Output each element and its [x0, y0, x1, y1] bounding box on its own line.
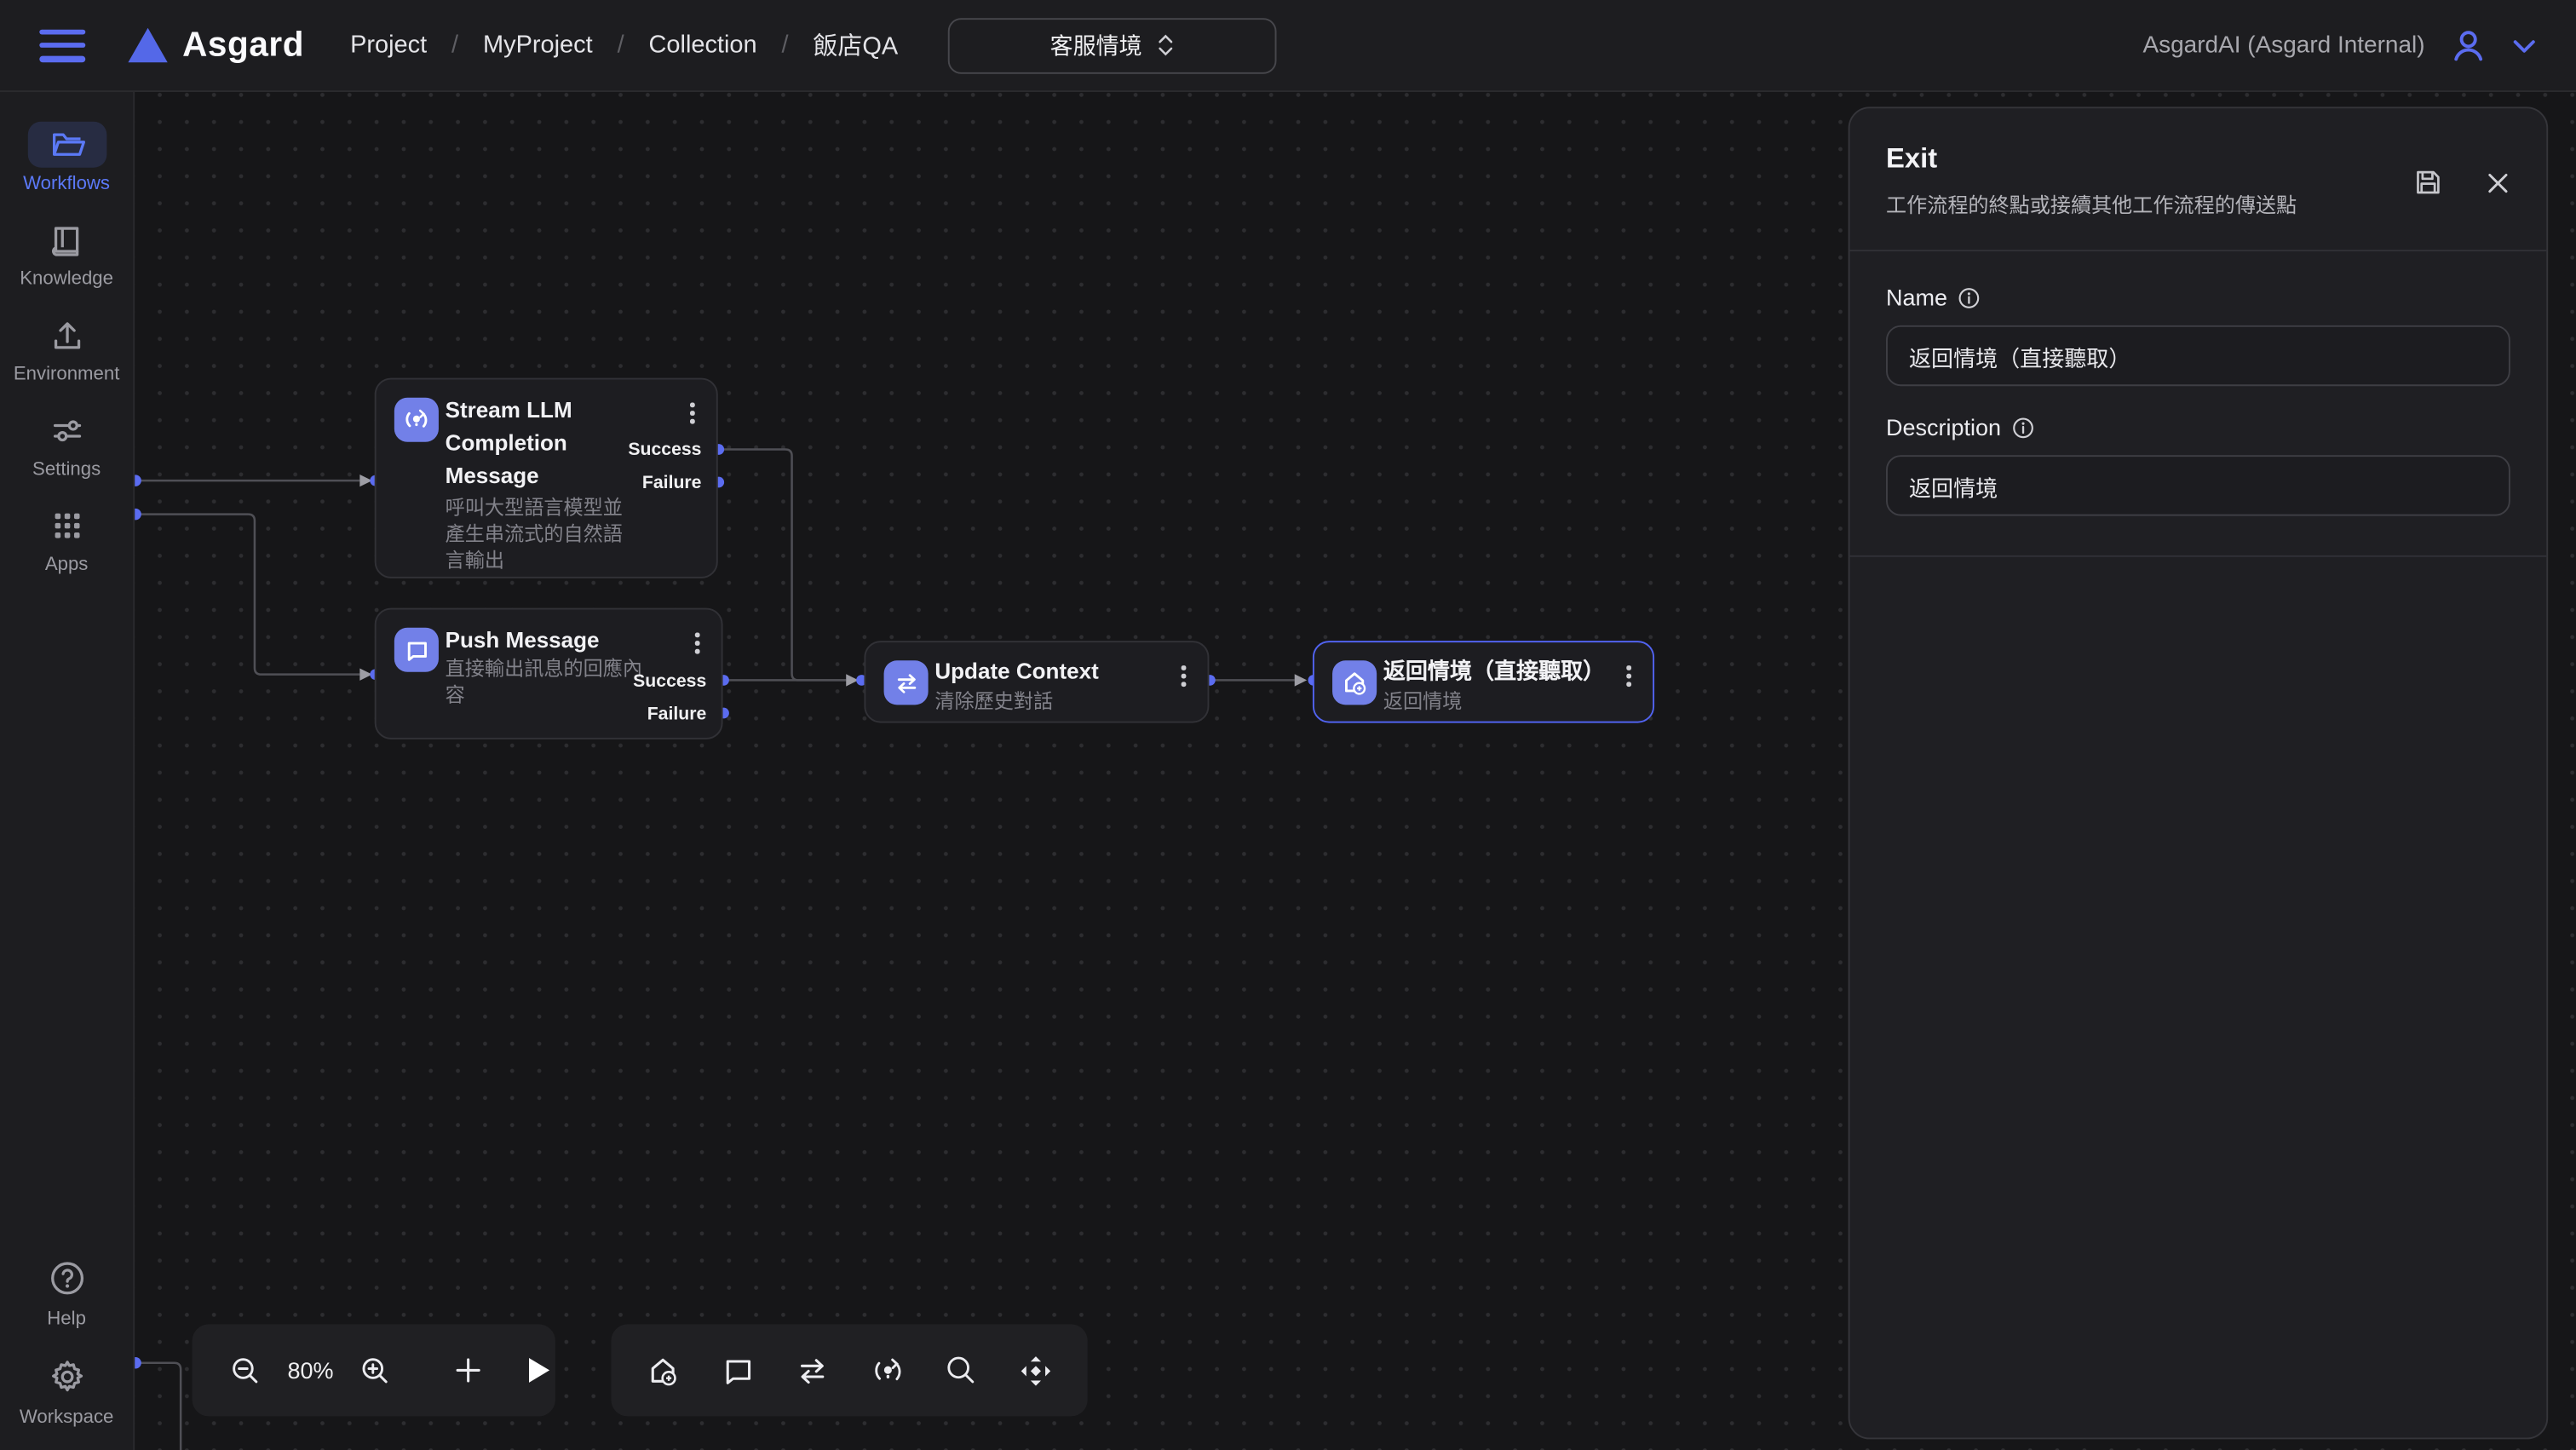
zoom-toolbar: 80%: [193, 1324, 555, 1416]
node-stream-llm[interactable]: Stream LLM Completion Message 呼叫大型語言模型並產…: [375, 378, 718, 578]
upload-icon: [49, 317, 84, 353]
user-avatar-icon[interactable]: [2448, 25, 2489, 66]
sidebar-item-label: Help: [47, 1309, 86, 1329]
pan-icon[interactable]: [1012, 1346, 1060, 1394]
save-icon[interactable]: [2413, 168, 2443, 198]
node-title: Update Context: [934, 655, 1152, 688]
node-menu-icon[interactable]: [1624, 662, 1635, 690]
llm-node-icon[interactable]: [864, 1346, 911, 1394]
node-title: Stream LLM Completion Message: [446, 394, 640, 493]
exit-node-icon[interactable]: [639, 1346, 687, 1394]
llm-icon: [394, 398, 439, 442]
logo-triangle-icon: [128, 28, 167, 62]
exit-icon: [1332, 660, 1377, 705]
add-node-icon[interactable]: [447, 1349, 490, 1391]
sidebar-item-label: Workspace: [20, 1408, 114, 1428]
swap-icon: [884, 660, 929, 705]
context-node-icon[interactable]: [789, 1346, 837, 1394]
close-icon[interactable]: [2486, 170, 2510, 195]
panel-header: Exit 工作流程的終點或接續其他工作流程的傳送點: [1850, 108, 2547, 251]
port-success[interactable]: Success: [628, 440, 701, 460]
zoom-in-icon[interactable]: [354, 1348, 398, 1392]
sidebar-item-label: Workflows: [23, 174, 110, 193]
sidebar-item-workflows[interactable]: Workflows: [0, 122, 133, 194]
chat-icon: [394, 628, 439, 672]
port-success[interactable]: Success: [633, 671, 706, 691]
sidebar: Workflows Knowledge Environment Settings…: [0, 92, 135, 1450]
sidebar-item-settings[interactable]: Settings: [0, 407, 133, 480]
logo-text: Asgard: [182, 26, 304, 65]
sidebar-item-label: Apps: [45, 555, 89, 575]
context-selector-value: 客服情境: [1050, 29, 1142, 62]
sidebar-item-workspace[interactable]: Workspace: [0, 1352, 133, 1428]
description-input[interactable]: 返回情境: [1886, 455, 2510, 515]
breadcrumb-collection[interactable]: Collection: [649, 32, 757, 60]
context-selector[interactable]: 客服情境: [947, 17, 1276, 73]
run-icon[interactable]: [519, 1349, 558, 1391]
node-menu-icon[interactable]: [693, 630, 704, 658]
port-failure[interactable]: Failure: [642, 473, 702, 492]
sidebar-item-label: Knowledge: [20, 269, 113, 289]
breadcrumb-separator: /: [618, 32, 624, 60]
info-icon[interactable]: [1959, 287, 1981, 308]
description-field-label: Description: [1886, 414, 2510, 440]
account-label: AsgardAI (Asgard Internal): [2142, 32, 2424, 59]
message-node-icon[interactable]: [714, 1346, 762, 1394]
field-label-text: Description: [1886, 414, 2001, 440]
sidebar-item-environment[interactable]: Environment: [0, 312, 133, 384]
node-properties-panel: Exit 工作流程的終點或接續其他工作流程的傳送點 Name 返回情境（直接聽取…: [1849, 106, 2549, 1439]
zoom-level: 80%: [287, 1357, 333, 1384]
info-icon[interactable]: [2013, 417, 2034, 438]
node-title: 返回情境（直接聽取）: [1383, 655, 1597, 688]
sidebar-item-knowledge[interactable]: Knowledge: [0, 217, 133, 290]
breadcrumb-separator: /: [782, 32, 789, 60]
node-palette-toolbar: [611, 1324, 1087, 1416]
node-menu-icon[interactable]: [1179, 662, 1190, 690]
panel-fields: Name 返回情境（直接聽取） Description 返回情境: [1850, 251, 2547, 557]
name-input[interactable]: 返回情境（直接聽取）: [1886, 325, 2510, 386]
node-description: 清除歷史對話: [934, 690, 1191, 716]
sidebar-item-apps[interactable]: Apps: [0, 503, 133, 575]
name-field-label: Name: [1886, 285, 2510, 311]
node-description: 返回情境: [1383, 690, 1636, 716]
asgard-workflow-editor: Stream LLM Completion Message 呼叫大型語言模型並產…: [0, 0, 2576, 1450]
node-description: 呼叫大型語言模型並產生串流式的自然語言輸出: [446, 496, 640, 574]
menu-icon[interactable]: [39, 29, 85, 62]
field-label-text: Name: [1886, 285, 1947, 311]
breadcrumb: Project / MyProject / Collection / 飯店QA: [350, 28, 898, 62]
account-chevron-down-icon[interactable]: [2512, 37, 2537, 53]
app-logo[interactable]: Asgard: [128, 26, 304, 65]
select-chevrons-icon: [1159, 34, 1173, 55]
zoom-out-icon[interactable]: [223, 1348, 267, 1392]
port-failure[interactable]: Failure: [647, 704, 707, 723]
book-icon: [49, 222, 84, 257]
node-title: Push Message: [446, 624, 659, 658]
folder-icon: [49, 126, 84, 162]
help-icon: [47, 1258, 86, 1298]
sidebar-item-help[interactable]: Help: [0, 1253, 133, 1329]
breadcrumb-project[interactable]: Project: [350, 32, 427, 60]
breadcrumb-current[interactable]: 飯店QA: [813, 28, 898, 62]
sidebar-item-label: Environment: [14, 365, 120, 384]
node-exit[interactable]: 返回情境（直接聽取） 返回情境: [1313, 641, 1654, 722]
gear-icon: [47, 1357, 86, 1396]
node-menu-icon[interactable]: [687, 400, 699, 428]
app-header: Asgard Project / MyProject / Collection …: [0, 0, 2576, 92]
breadcrumb-separator: /: [451, 32, 458, 60]
search-icon[interactable]: [939, 1347, 985, 1393]
apps-grid-icon: [49, 508, 84, 544]
node-description: 直接輸出訊息的回應內容: [446, 657, 656, 709]
breadcrumb-myproject[interactable]: MyProject: [483, 32, 593, 60]
node-push-message[interactable]: Push Message 直接輸出訊息的回應內容 Success Failure: [375, 608, 723, 739]
sliders-icon: [49, 412, 84, 448]
node-update-context[interactable]: Update Context 清除歷史對話: [864, 641, 1209, 722]
sidebar-item-label: Settings: [32, 460, 101, 480]
